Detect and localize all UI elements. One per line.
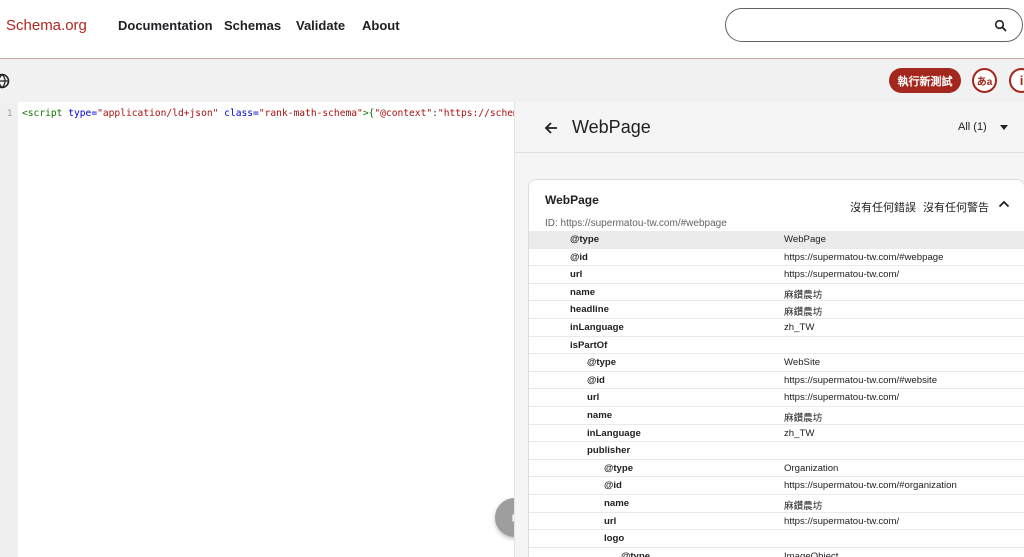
table-row: @type WebSite bbox=[529, 354, 1024, 372]
line-gutter: 1 bbox=[0, 102, 18, 557]
property-value: zh_TW bbox=[784, 427, 815, 439]
result-card: WebPage 沒有任何錯誤 沒有任何警告 ID: https://superm… bbox=[528, 179, 1024, 557]
toolbar bbox=[0, 59, 1024, 102]
language-button[interactable]: あa bbox=[972, 68, 997, 93]
code-editor[interactable]: 1 <script type="application/ld+json" cla… bbox=[0, 102, 514, 557]
table-row: isPartOf bbox=[529, 337, 1024, 355]
property-value: 麻鑽農坊 bbox=[784, 307, 823, 319]
code-line[interactable]: <script type="application/ld+json" class… bbox=[22, 108, 514, 119]
line-number: 1 bbox=[7, 109, 13, 119]
property-value: ImageObject bbox=[784, 550, 839, 557]
back-arrow-icon[interactable] bbox=[543, 120, 559, 136]
warnings-status: 沒有任何警告 bbox=[923, 202, 989, 214]
table-row: headline 麻鑽農坊 bbox=[529, 301, 1024, 319]
property-name: inLanguage bbox=[570, 321, 624, 333]
page-title: WebPage bbox=[572, 117, 651, 137]
property-name: @type bbox=[570, 234, 600, 245]
property-name: @id bbox=[570, 251, 588, 263]
table-row: @id https://supermatou-tw.com/#organizati… bbox=[529, 477, 1024, 495]
table-row: @id https://supermatou-tw.com/#webpage bbox=[529, 249, 1024, 267]
errors-status: 沒有任何錯誤 bbox=[850, 202, 916, 214]
property-name: name bbox=[570, 286, 596, 298]
table-row: @id https://supermatou-tw.com/#website bbox=[529, 372, 1024, 390]
chevron-up-icon[interactable] bbox=[998, 200, 1010, 208]
results-pane: WebPage All (1) WebPage 沒有任何錯誤 沒有任何警告 ID… bbox=[514, 102, 1024, 557]
property-name: url bbox=[570, 269, 583, 281]
card-id: ID: https://supermatou-tw.com/#webpage bbox=[545, 218, 727, 229]
table-row: name 麻鑽農坊 bbox=[529, 284, 1024, 302]
property-value: https://supermatou-tw.com/ bbox=[784, 392, 900, 404]
results-divider bbox=[515, 152, 1024, 153]
property-value: Organization bbox=[784, 462, 839, 474]
table-row: @type WebPage bbox=[529, 231, 1024, 249]
table-row: url https://supermatou-tw.com/ bbox=[529, 266, 1024, 284]
code-token: >{ bbox=[362, 108, 375, 119]
globe-icon[interactable] bbox=[0, 73, 10, 89]
code-token: type= bbox=[68, 108, 98, 119]
property-value: https://supermatou-tw.com/ bbox=[784, 269, 900, 281]
property-value: 麻鑽農坊 bbox=[784, 289, 823, 301]
property-value: 麻鑽農坊 bbox=[784, 500, 823, 512]
table-row: inLanguage zh_TW bbox=[529, 319, 1024, 337]
property-name: @id bbox=[587, 374, 605, 386]
property-name: @type bbox=[604, 462, 634, 474]
property-name: logo bbox=[604, 533, 625, 545]
property-value: zh_TW bbox=[784, 321, 815, 333]
nav-link-validate[interactable]: Validate bbox=[296, 18, 345, 33]
run-new-test-button[interactable]: 執行新測試 bbox=[889, 68, 961, 93]
property-name: name bbox=[604, 497, 630, 509]
property-value: https://supermatou-tw.com/ bbox=[784, 515, 900, 527]
property-value: https://supermatou-tw.com/#organization bbox=[784, 480, 957, 492]
table-row: url https://supermatou-tw.com/ bbox=[529, 513, 1024, 531]
property-value: WebSite bbox=[784, 357, 821, 369]
top-nav: Schema.org Documentation Schemas Validat… bbox=[0, 0, 1024, 52]
property-name: inLanguage bbox=[587, 427, 641, 439]
property-value: 麻鑽農坊 bbox=[784, 412, 823, 424]
table-row: logo bbox=[529, 530, 1024, 548]
property-table: @type WebPage @id https://supermatou-tw.com… bbox=[529, 231, 1024, 557]
nav-link-schemas[interactable]: Schemas bbox=[224, 18, 281, 33]
nav-link-about[interactable]: About bbox=[362, 18, 400, 33]
code-token: "application/ld+json" bbox=[97, 108, 219, 119]
property-name: @type bbox=[587, 357, 617, 369]
table-row: @type Organization bbox=[529, 460, 1024, 478]
search-input[interactable] bbox=[725, 8, 1023, 42]
table-row: name 麻鑽農坊 bbox=[529, 495, 1024, 513]
nav-link-documentation[interactable]: Documentation bbox=[118, 18, 213, 33]
table-row: publisher bbox=[529, 442, 1024, 460]
table-row: name 麻鑽農坊 bbox=[529, 407, 1024, 425]
search-icon[interactable] bbox=[994, 19, 1008, 33]
property-name: url bbox=[587, 392, 600, 404]
table-row: inLanguage zh_TW bbox=[529, 425, 1024, 443]
property-value: https://supermatou-tw.com/#website bbox=[784, 374, 938, 386]
property-name: url bbox=[604, 515, 617, 527]
table-row: @type ImageObject bbox=[529, 548, 1024, 557]
chevron-down-icon[interactable] bbox=[1000, 125, 1008, 130]
property-name: @type bbox=[621, 550, 651, 557]
property-name: name bbox=[587, 409, 613, 421]
card-title: WebPage bbox=[545, 193, 599, 207]
code-token: "rank-math-schema" bbox=[258, 108, 363, 119]
property-name: @id bbox=[604, 480, 622, 492]
property-value: https://supermatou-tw.com/#webpage bbox=[784, 251, 944, 263]
code-token: <script bbox=[22, 108, 69, 119]
filter-dropdown[interactable]: All (1) bbox=[958, 121, 987, 133]
brand-logo[interactable]: Schema.org bbox=[6, 17, 87, 34]
table-row: url https://supermatou-tw.com/ bbox=[529, 389, 1024, 407]
property-name: publisher bbox=[587, 445, 631, 457]
property-name: headline bbox=[570, 304, 609, 316]
property-value: WebPage bbox=[784, 234, 826, 245]
code-token: "https://schema.or bbox=[437, 108, 514, 119]
code-token: class= bbox=[218, 108, 259, 119]
code-token: "@context" bbox=[374, 108, 433, 119]
property-name: isPartOf bbox=[570, 339, 608, 351]
